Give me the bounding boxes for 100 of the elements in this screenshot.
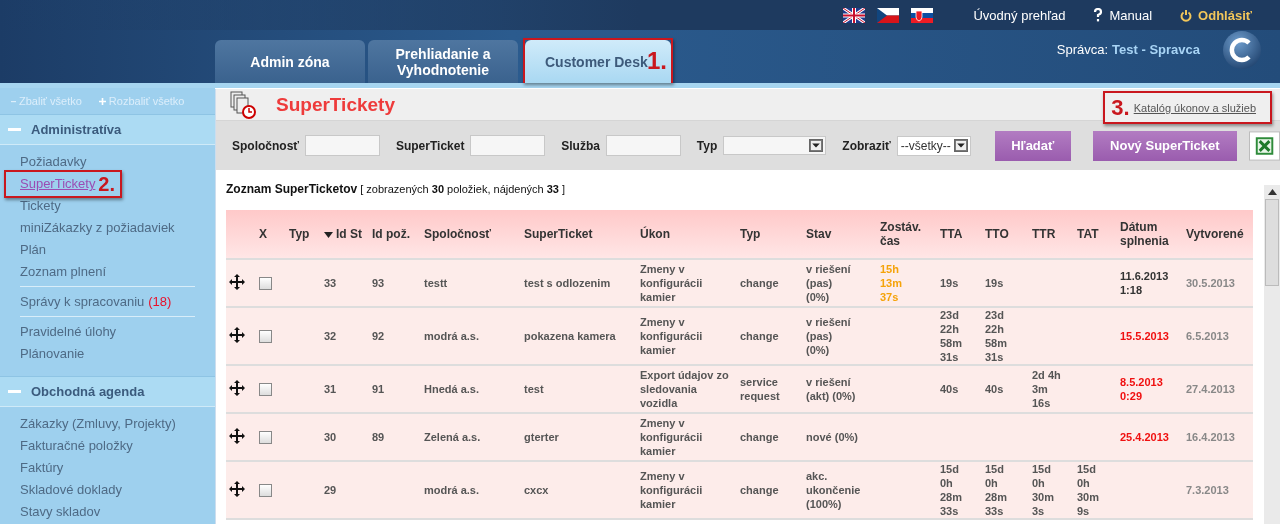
filter-field[interactable] [305,135,380,156]
column-header[interactable]: TAT [1069,210,1117,259]
created-cell-text: 16.4.2013 [1186,430,1236,444]
state-cell: nové (0%) [806,430,858,444]
filter-field[interactable] [470,135,546,156]
scroll-thumb[interactable] [1265,199,1279,286]
column-header[interactable]: TTR [1024,210,1069,259]
filter-label: Zobraziť [842,138,891,153]
column-header[interactable]: Spoločnosť [421,210,521,259]
move-handle-icon[interactable] [229,379,245,396]
sidebar-item[interactable]: Skladové doklady [20,479,195,501]
tto-cell-text: 15d 0h 28m 33s [985,462,1009,518]
move-handle-icon[interactable] [229,273,245,290]
sidebar-item[interactable]: Požiadavky [20,151,195,173]
state-cell-text: v riešení (pas) (0%) [806,315,852,357]
filter-field[interactable] [605,135,681,156]
created-cell-text: 27.4.2013 [1186,382,1236,396]
column-header[interactable]: Typ [737,210,802,259]
column-header[interactable]: X [256,210,286,259]
task-cell-text: Zmeny v konfigurácii kamier [640,315,704,357]
sidebar-item[interactable]: Správy k spracovaniu [20,291,145,313]
type-cell-text: service request [740,375,781,403]
filter-select[interactable]: --všetky-- [896,135,971,156]
sidebar-item[interactable]: SuperTickety [20,173,96,195]
move-handle-icon[interactable] [229,480,245,497]
sidebar-item[interactable]: Tickety [20,195,195,217]
sidebar-item[interactable]: Faktúry [20,457,195,479]
nav-tab[interactable]: Admin zóna [215,40,365,83]
sidebar-item[interactable]: Pravidelné úlohy [20,321,195,343]
logout-link[interactable]: Odhlásiť [1198,7,1252,23]
id-cell-text: 32 [324,329,338,343]
column-header[interactable]: Id pož. [369,210,421,259]
id-cell-text: 31 [324,382,338,396]
dropdown-arrow-icon[interactable] [809,139,824,152]
dropdown-arrow-icon[interactable] [953,139,968,152]
excel-export-icon[interactable] [1248,130,1280,161]
sidebar-item[interactable]: Plán [20,239,195,261]
sidebar-item[interactable]: Stavy skladov [20,501,195,523]
message-count: (18) [148,293,172,311]
sidebar-item[interactable]: Fakturačné položky [20,435,195,457]
sidebar-item[interactable]: Zákazky (Zmluvy, Projekty) [20,413,195,435]
column-header[interactable]: SuperTicket [521,210,637,259]
catalog-link[interactable]: Katalóg úkonov a služieb [1133,101,1256,114]
column-header[interactable]: Zostáv. čas [877,210,932,259]
request-id-cell-text: 91 [372,382,386,396]
section-header-bar[interactable]: Administratíva [0,114,215,145]
tto-cell-text: 23d 22h 58m 31s [985,308,1009,364]
row-checkbox[interactable] [259,382,272,396]
list-summary: Zoznam SuperTicketov [ zobrazených 30 položiek, nájdených 33 ] [226,182,567,198]
flag-icon[interactable] [877,7,900,23]
move-handle-icon[interactable] [229,427,245,444]
overview-link[interactable]: Úvodný prehľad [973,7,1066,23]
row-checkbox[interactable] [259,329,272,343]
section-header-bar[interactable]: Obchodná agenda [0,376,215,407]
column-header[interactable]: TTA [932,210,977,259]
nav-tab[interactable]: Prehliadanie a Vyhodnotenie [368,40,518,83]
help-icon[interactable] [1093,8,1104,22]
due-date-cell-text: 8.5.2013 0:29 [1120,375,1164,403]
search-button[interactable]: Hľadať [994,130,1071,161]
column-header[interactable]: TTO [977,210,1024,259]
flag-icon[interactable] [843,7,866,23]
row-checkbox[interactable] [259,276,272,290]
column-header[interactable]: Dátum splnenia [1117,210,1183,259]
company-cell-text: testt [424,276,449,290]
company-cell-text: modrá a.s. [424,329,481,343]
column-header[interactable]: Id St [321,210,369,259]
tto-cell-text: 19s [985,276,1005,290]
new-superticket-button[interactable]: Nový SuperTicket [1092,130,1237,161]
scrollbar[interactable] [1264,185,1280,524]
sidebar-item[interactable]: Zoznam plnení [20,261,195,283]
row-checkbox[interactable] [259,483,272,497]
company-cell-text: Zelená a.s. [424,430,482,444]
flag-icon[interactable] [911,7,934,23]
annotation-number: 2. [98,172,115,196]
power-icon[interactable] [1180,8,1193,22]
company-cell-text: Hnedá a.s. [424,382,481,396]
logo-icon [1222,29,1262,70]
request-id-cell-text: 89 [372,430,386,444]
user-name: Test - Spravca [1112,42,1200,57]
remaining-time-cell-text: 15h 13m 37s [880,262,904,304]
column-header[interactable]: Stav [802,210,877,259]
id-cell-text: 33 [324,276,338,290]
due-date-cell-text: 11.6.2013 1:18 [1120,269,1170,297]
request-id-cell-text: 93 [372,276,386,290]
state-cell: akc. ukončenie (100%) [806,469,858,511]
row-checkbox[interactable] [259,430,272,444]
ttr-cell-text: 15d 0h 30m 3s [1032,462,1056,518]
manual-link[interactable]: Manual [1109,7,1153,23]
column-header[interactable]: Úkon [637,210,737,259]
column-header[interactable]: Typ [286,210,321,259]
created-cell-text: 30.5.2013 [1186,276,1236,290]
sidebar-item[interactable]: miniZákazky z požiadaviek [20,217,195,239]
sidebar-item[interactable]: Plánovanie [20,343,195,365]
filter-label: SuperTicket [395,138,465,153]
move-handle-icon[interactable] [229,326,245,343]
scroll-up-icon[interactable] [1267,189,1277,195]
filter-select[interactable] [723,136,827,155]
column-header[interactable]: Vytvorené [1183,210,1253,259]
superticket-cell-text: gterter [524,430,560,444]
tta-cell-text: 19s [940,276,960,290]
